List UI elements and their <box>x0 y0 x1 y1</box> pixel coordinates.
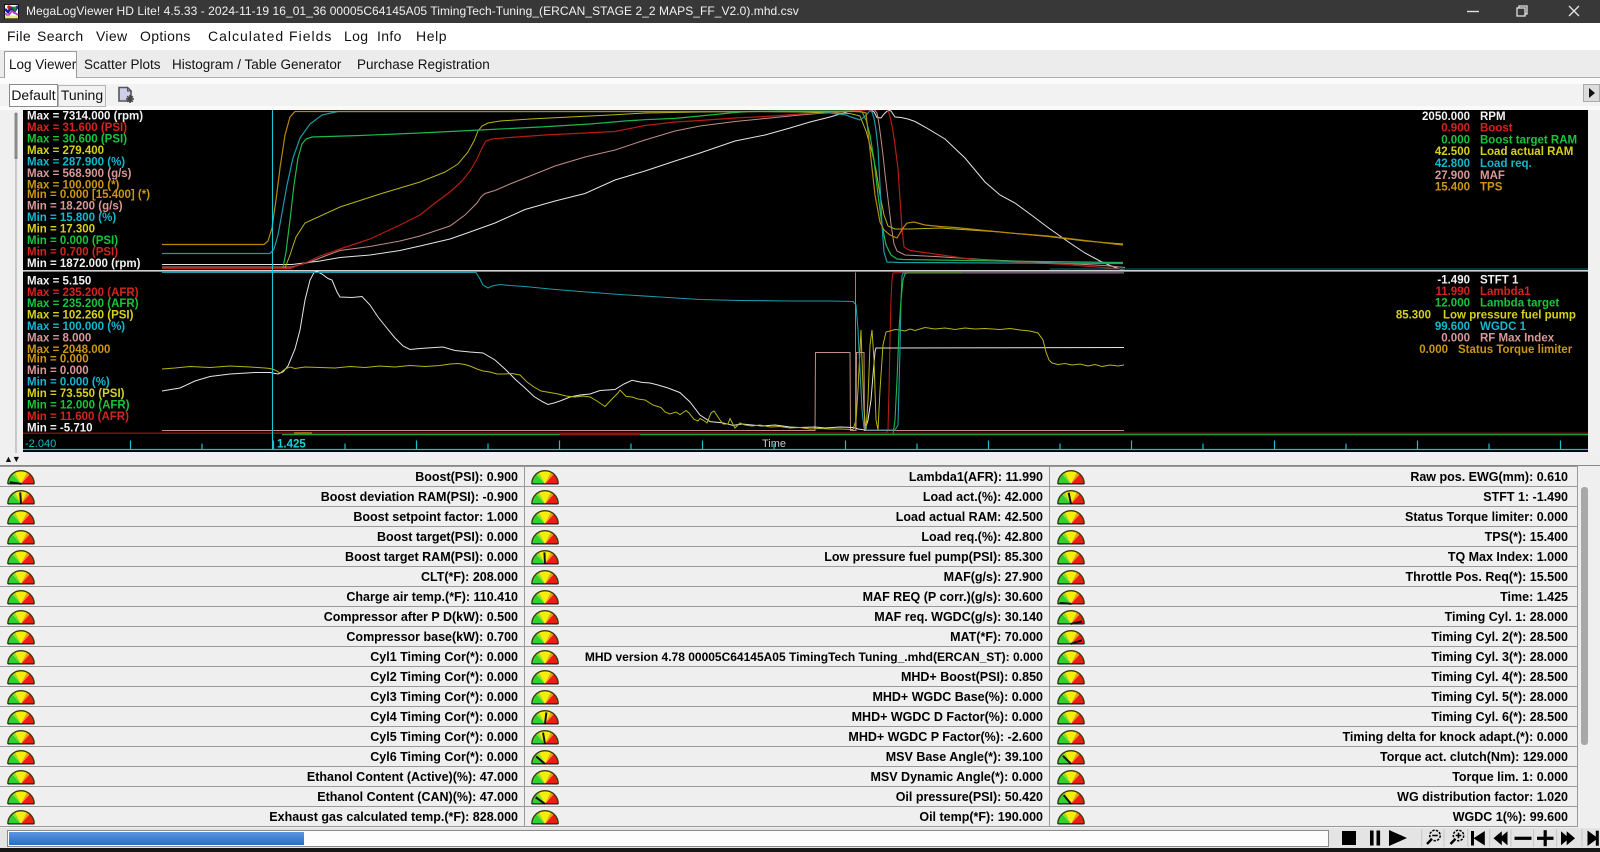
svg-text:12.000: 12.000 <box>1435 298 1470 310</box>
svg-text:Min = 73.550 (PSI): Min = 73.550 (PSI) <box>27 388 125 400</box>
svg-text:Min = -5.710: Min = -5.710 <box>27 422 93 434</box>
svg-text:Max = 31.600 (PSI): Max = 31.600 (PSI) <box>27 122 127 134</box>
svg-text:42.800: 42.800 <box>1435 158 1470 170</box>
svg-text:Max = 568.900 (g/s): Max = 568.900 (g/s) <box>27 168 132 180</box>
svg-text:WGDC 1: WGDC 1 <box>1480 321 1527 333</box>
svg-text:Time: Time <box>762 438 786 450</box>
svg-text:99.600: 99.600 <box>1435 321 1470 333</box>
svg-text:Min = 1872.000 (rpm): Min = 1872.000 (rpm) <box>27 258 141 270</box>
svg-text:Max = 7314.000 (rpm): Max = 7314.000 (rpm) <box>27 111 143 123</box>
svg-text:Load req.: Load req. <box>1480 158 1532 170</box>
svg-text:Max = 287.900 (%): Max = 287.900 (%) <box>27 156 125 168</box>
svg-text:Min = 18.200 (g/s): Min = 18.200 (g/s) <box>27 201 123 213</box>
svg-text:Max = 102.260 (PSI): Max = 102.260 (PSI) <box>27 310 134 322</box>
svg-text:-2.040: -2.040 <box>25 438 56 450</box>
svg-text:STFT 1: STFT 1 <box>1480 275 1519 287</box>
svg-text:Min = 12.000 (AFR): Min = 12.000 (AFR) <box>27 399 130 411</box>
svg-text:Min = 15.800 (%): Min = 15.800 (%) <box>27 212 116 224</box>
svg-text:MAF: MAF <box>1480 170 1505 182</box>
svg-text:Lambda target: Lambda target <box>1480 298 1559 310</box>
svg-text:-1.490: -1.490 <box>1437 275 1470 287</box>
svg-text:Min = 0.000 (%): Min = 0.000 (%) <box>27 377 110 389</box>
svg-text:Min = 11.600 (AFR): Min = 11.600 (AFR) <box>27 411 129 423</box>
svg-text:Max = 5.150: Max = 5.150 <box>27 275 91 287</box>
svg-text:0.000: 0.000 <box>1441 332 1470 344</box>
svg-text:42.500: 42.500 <box>1435 146 1470 158</box>
svg-text:Min = 0.000: Min = 0.000 <box>27 365 89 377</box>
svg-text:11.990: 11.990 <box>1435 286 1470 298</box>
svg-text:Max = 30.600 (PSI): Max = 30.600 (PSI) <box>27 134 127 146</box>
svg-text:0.000: 0.000 <box>1441 134 1470 146</box>
svg-text:Min = 0.000 (PSI): Min = 0.000 (PSI) <box>27 235 118 247</box>
svg-text:Status Torque limiter: Status Torque limiter <box>1458 344 1573 356</box>
svg-text:Max = 279.400: Max = 279.400 <box>27 145 104 157</box>
svg-text:Max = 235.200 (AFR): Max = 235.200 (AFR) <box>27 298 139 310</box>
svg-text:1.425: 1.425 <box>277 439 306 451</box>
svg-text:RF Max Index: RF Max Index <box>1480 332 1555 344</box>
svg-text:0.000: 0.000 <box>1419 344 1448 356</box>
svg-text:Min = 17.300: Min = 17.300 <box>27 224 95 236</box>
svg-text:2050.000: 2050.000 <box>1422 111 1470 123</box>
svg-text:Min = 0.000: Min = 0.000 <box>27 354 89 366</box>
svg-text:Low pressure fuel pump: Low pressure fuel pump <box>1443 309 1576 321</box>
svg-text:RPM: RPM <box>1480 111 1506 123</box>
svg-text:85.300: 85.300 <box>1396 309 1431 321</box>
svg-text:Load actual RAM: Load actual RAM <box>1480 146 1573 158</box>
svg-text:Max = 100.000 (%): Max = 100.000 (%) <box>27 321 125 333</box>
svg-text:Boost target RAM: Boost target RAM <box>1480 134 1577 146</box>
svg-text:Boost: Boost <box>1480 123 1513 135</box>
svg-text:0.900: 0.900 <box>1441 123 1470 135</box>
svg-text:Max = 235.200 (AFR): Max = 235.200 (AFR) <box>27 287 139 299</box>
svg-text:Min = 0.000 [15.400] (*): Min = 0.000 [15.400] (*) <box>27 189 150 201</box>
svg-text:27.900: 27.900 <box>1435 170 1470 182</box>
svg-text:Max = 8.000: Max = 8.000 <box>27 333 91 345</box>
svg-text:Lambda1: Lambda1 <box>1480 286 1531 298</box>
svg-text:15.400: 15.400 <box>1435 182 1470 194</box>
svg-text:Min = 0.700 (PSI): Min = 0.700 (PSI) <box>27 246 118 258</box>
svg-text:TPS: TPS <box>1480 182 1503 194</box>
